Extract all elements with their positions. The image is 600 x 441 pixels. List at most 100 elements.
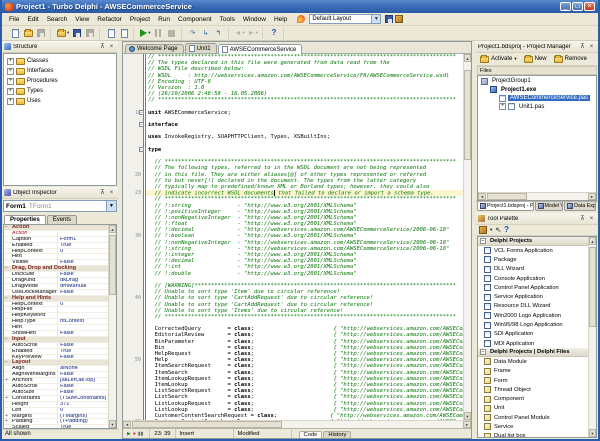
editor-view-tab-history[interactable]: History xyxy=(323,431,351,438)
property-value[interactable]: alNone xyxy=(58,366,108,371)
property-value[interactable]: False xyxy=(58,331,108,336)
editor-tab-awsecommerceservice[interactable]: AWSECommerceService xyxy=(218,44,303,54)
palette-item-package[interactable]: Package xyxy=(478,255,588,264)
palette-item-service[interactable]: Service xyxy=(478,422,588,431)
chevron-down-icon[interactable]: ▾ xyxy=(242,30,244,36)
property-value[interactable]: dkDrag xyxy=(58,278,108,283)
save-project-button[interactable] xyxy=(84,27,96,39)
desktop-layout-combo[interactable]: Default Layout ▼ xyxy=(309,14,381,24)
chevron-down-icon[interactable]: ▾ xyxy=(490,227,492,233)
property-value[interactable]: 0 xyxy=(58,249,108,254)
palette-category-delphi-projects-delphi-files[interactable]: −Delphi Projects | Delphi Files xyxy=(478,348,588,357)
project-tree-item-project1-exe[interactable]: Project1.exe xyxy=(478,86,596,95)
collapse-icon[interactable]: − xyxy=(480,349,486,355)
chevron-down-icon[interactable]: ▼ xyxy=(106,201,116,211)
tool-palette-scrollbar[interactable]: ▲ ▼ xyxy=(588,237,596,437)
save-layout-icon[interactable] xyxy=(385,15,393,23)
expand-icon[interactable]: + xyxy=(5,396,8,401)
palette-item-resource-dll-wizard[interactable]: Resource DLL Wizard xyxy=(478,302,588,311)
help-icon[interactable]: ? xyxy=(504,226,509,234)
property-value[interactable]: Form1 xyxy=(58,237,108,242)
property-value[interactable]: True xyxy=(58,349,108,354)
dock-tab-model-view[interactable]: Model View xyxy=(535,202,564,211)
code-area[interactable]: // *************************************… xyxy=(123,54,463,420)
structure-item-procedures[interactable]: +Procedures xyxy=(4,76,116,86)
inspector-tab-events[interactable]: Events xyxy=(47,215,77,224)
save-button[interactable] xyxy=(35,27,47,39)
scroll-left-icon[interactable]: ◄ xyxy=(478,193,486,200)
property-value[interactable]: (TPadding) xyxy=(58,419,108,424)
menu-view[interactable]: View xyxy=(71,15,93,24)
new-button[interactable]: New xyxy=(522,55,549,64)
remove-file-button[interactable] xyxy=(118,27,130,39)
scroll-left-icon[interactable]: ◄ xyxy=(123,421,131,428)
property-value[interactable]: False xyxy=(58,355,108,360)
expand-icon[interactable]: + xyxy=(5,414,8,419)
pause-button[interactable] xyxy=(153,27,165,39)
maximize-button[interactable]: □ xyxy=(572,2,583,11)
editor-tab-unit1[interactable]: Unit1 xyxy=(185,43,217,53)
structure-item-classes[interactable]: +Classes xyxy=(4,56,116,66)
property-value[interactable]: htContext xyxy=(58,319,108,324)
minimize-button[interactable]: _ xyxy=(560,2,571,11)
activate-button[interactable]: Activate▾ xyxy=(478,55,519,64)
customize-palette-icon[interactable] xyxy=(479,226,487,234)
close-icon[interactable]: × xyxy=(587,216,596,222)
property-value[interactable] xyxy=(58,313,108,318)
inspector-scrollbar[interactable]: ▲ ▼ xyxy=(108,225,116,428)
property-value[interactable]: [akLeft,akTop] xyxy=(58,378,108,383)
palette-item-frame[interactable]: Frame xyxy=(478,367,588,376)
fold-icon[interactable]: − xyxy=(139,110,144,115)
pointer-icon[interactable]: ⇖ xyxy=(495,227,501,234)
palette-item-console-application[interactable]: Console Application xyxy=(478,274,588,283)
property-value[interactable]: False xyxy=(58,343,108,348)
property-value[interactable]: 0 xyxy=(58,408,108,413)
close-icon[interactable]: × xyxy=(107,190,116,196)
close-icon[interactable]: × xyxy=(587,44,596,50)
property-row[interactable]: ScaledTrue xyxy=(4,425,108,428)
pin-icon[interactable]: ⊼ xyxy=(98,43,107,50)
property-value[interactable]: (TMargins) xyxy=(58,414,108,419)
palette-category-delphi-projects[interactable]: −Delphi Projects xyxy=(478,237,588,246)
palette-item-win2000-logo-application[interactable]: Win2000 Logo Application xyxy=(478,311,588,320)
property-value[interactable] xyxy=(58,325,108,330)
project-tree-item-unit1-pas[interactable]: +Unit1.pas xyxy=(478,103,596,112)
palette-item-control-panel-module[interactable]: Control Panel Module xyxy=(478,413,588,422)
palette-item-thread-object[interactable]: Thread Object xyxy=(478,385,588,394)
object-selector-combo[interactable]: Form1 TForm1 ▼ xyxy=(3,200,117,212)
property-value[interactable]: True xyxy=(58,243,108,248)
macro-pause-icon[interactable]: ▮▮ xyxy=(138,431,144,437)
menu-run[interactable]: Run xyxy=(154,15,174,24)
help-button[interactable]: ? xyxy=(268,27,280,39)
property-value[interactable]: 371 xyxy=(58,402,108,407)
program-reset-button[interactable] xyxy=(166,27,178,39)
palette-item-form[interactable]: Form xyxy=(478,376,588,385)
scroll-up-icon[interactable]: ▲ xyxy=(589,237,596,245)
scroll-down-icon[interactable]: ▼ xyxy=(589,429,596,437)
scroll-right-icon[interactable]: ► xyxy=(588,193,596,200)
expand-icon[interactable]: + xyxy=(7,78,14,85)
palette-item-service-application[interactable]: Service Application xyxy=(478,292,588,301)
chevron-down-icon[interactable]: ▾ xyxy=(514,56,516,62)
macro-play-icon[interactable]: ▶ xyxy=(127,431,131,437)
menu-refactor[interactable]: Refactor xyxy=(93,15,126,24)
expand-icon[interactable]: + xyxy=(5,378,8,383)
open-button[interactable] xyxy=(22,27,34,39)
property-value[interactable]: 0 xyxy=(58,302,108,307)
property-value[interactable] xyxy=(58,254,108,259)
save-all-button[interactable] xyxy=(71,27,83,39)
add-file-button[interactable] xyxy=(105,27,117,39)
inspector-tab-properties[interactable]: Properties xyxy=(4,215,46,224)
step-over-button[interactable]: ↷ xyxy=(187,27,199,39)
remove-button[interactable]: Remove xyxy=(552,55,589,64)
editor-view-tab-code[interactable]: Code xyxy=(299,431,323,438)
scroll-down-icon[interactable]: ▼ xyxy=(464,412,471,420)
menu-component[interactable]: Component xyxy=(174,15,216,24)
pin-icon[interactable]: ⊼ xyxy=(578,43,587,50)
pin-icon[interactable]: ⊼ xyxy=(98,189,107,196)
menu-search[interactable]: Search xyxy=(43,15,72,24)
palette-item-unit[interactable]: Unit xyxy=(478,404,588,413)
property-value[interactable]: False xyxy=(58,384,108,389)
menu-window[interactable]: Window xyxy=(239,15,270,24)
project-tree-item-awsecommerceservice-pas[interactable]: AWSECommerceService.pas xyxy=(478,94,596,103)
